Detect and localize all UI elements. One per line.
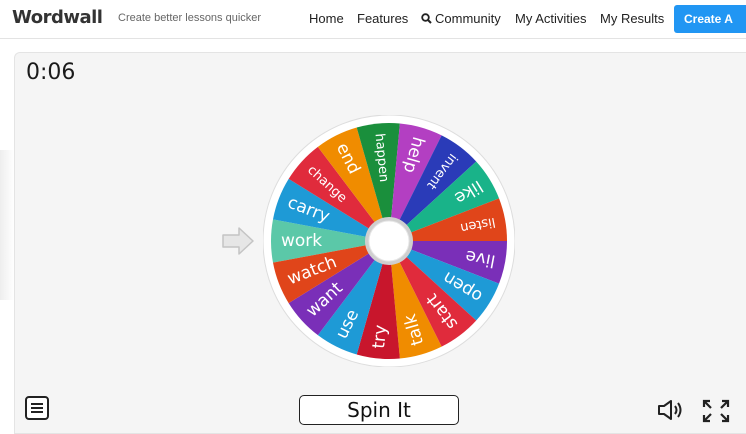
- nav-my-results-link[interactable]: My Results: [600, 11, 664, 26]
- nav-features-link[interactable]: Features: [357, 11, 408, 26]
- nav-community-label: Community: [435, 11, 501, 26]
- nav-community-link[interactable]: Community: [421, 11, 501, 26]
- speaker-icon[interactable]: [656, 398, 686, 422]
- menu-button[interactable]: [25, 396, 49, 420]
- spinner-wheel[interactable]: workcarrychangeend happen helpinventlikeli…: [263, 115, 515, 367]
- create-activity-button[interactable]: Create A: [674, 5, 746, 33]
- wheel-segment-label: work: [281, 231, 322, 251]
- nav-home-link[interactable]: Home: [309, 11, 344, 26]
- timer: 0:06: [26, 60, 76, 85]
- menu-icon-bar: [31, 407, 43, 409]
- menu-icon-bar: [31, 411, 43, 413]
- wheel-segment-label: try: [369, 324, 391, 349]
- search-icon: [421, 13, 432, 24]
- arrow-right-icon: [222, 227, 254, 255]
- menu-icon-bar: [31, 403, 43, 405]
- fullscreen-icon[interactable]: [701, 398, 731, 424]
- top-nav-bar: Wordwall Create better lessons quicker H…: [0, 0, 746, 39]
- wheel-hub: [368, 220, 410, 262]
- wordwall-logo[interactable]: Wordwall: [12, 7, 103, 28]
- nav-my-activities-link[interactable]: My Activities: [515, 11, 587, 26]
- tagline: Create better lessons quicker: [118, 12, 262, 24]
- spin-button[interactable]: Spin It: [299, 395, 459, 425]
- side-panel-edge: [0, 150, 14, 300]
